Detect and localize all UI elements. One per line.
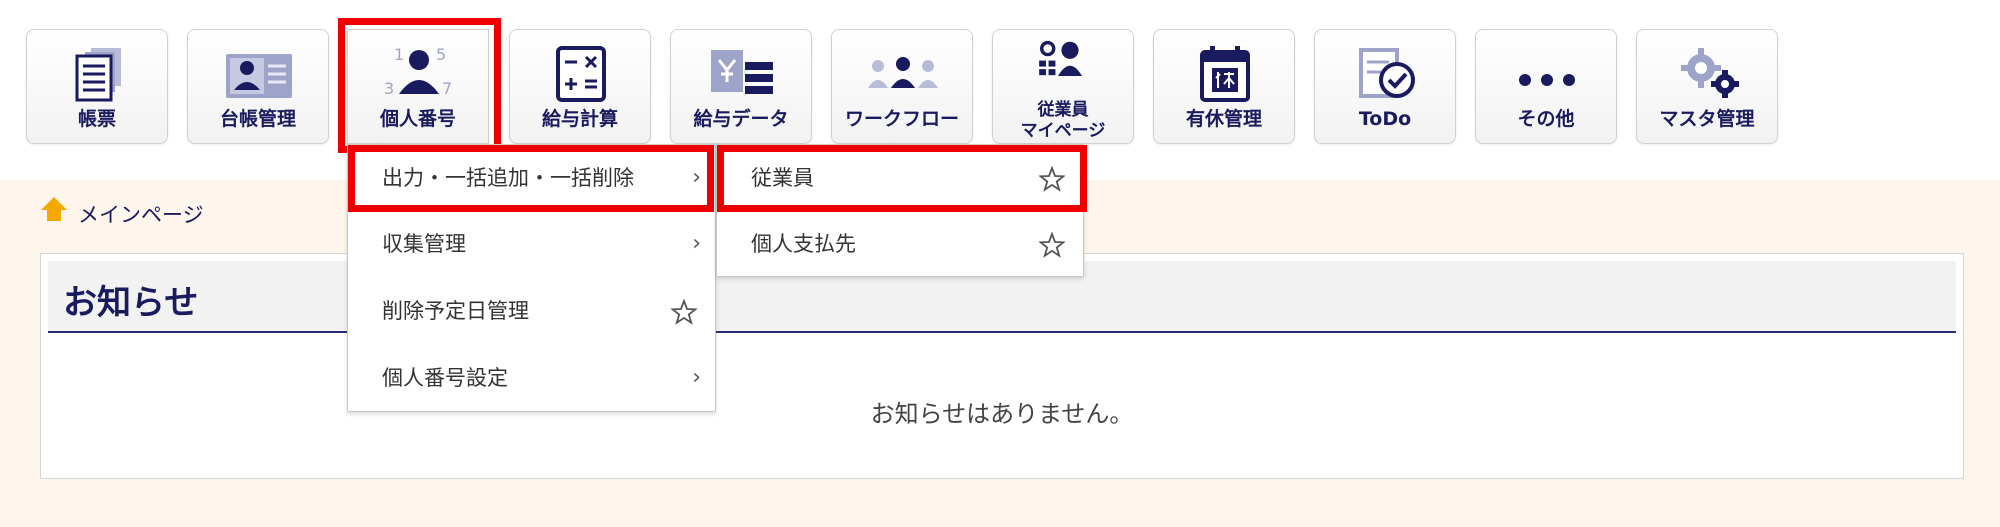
chevron-right-icon: › (692, 231, 701, 256)
tile-label: 従業員 マイページ (993, 100, 1133, 142)
todo-check-icon (1359, 48, 1415, 98)
tile-ledger[interactable]: 台帳管理 (187, 29, 329, 144)
tile-workflow[interactable]: ワークフロー (831, 29, 973, 144)
tile-label-line2: マイページ (1020, 121, 1106, 141)
tile-master[interactable]: マスタ管理 (1636, 29, 1778, 144)
star-favorite-icon[interactable] (1039, 166, 1065, 192)
tile-label: 給与計算 (541, 108, 618, 130)
submenu-item-individual-payee[interactable]: 個人支払先 (717, 211, 1083, 277)
gear-icon (1681, 48, 1739, 98)
calendar-icon (1200, 46, 1250, 102)
star-favorite-icon[interactable] (1039, 232, 1065, 258)
notice-empty-message: お知らせはありません。 (870, 400, 1134, 428)
star-favorite-icon[interactable] (671, 299, 697, 325)
tile-payroll-data[interactable]: 給与データ (670, 29, 812, 144)
menu-item-collection[interactable]: 収集管理 › (348, 211, 715, 277)
tile-label: 給与データ (693, 108, 789, 130)
tile-label: その他 (1517, 108, 1575, 130)
notice-title: お知らせ (63, 283, 199, 323)
submenu-item-employee[interactable]: 従業員 (717, 145, 1083, 211)
tile-reports[interactable]: 帳票 (26, 29, 168, 144)
menu-item-output-bulk[interactable]: 出力・一括追加・一括削除 › (348, 145, 715, 211)
ledger-icon (226, 54, 292, 98)
tile-personal-number[interactable]: 1 5 3 7 個人番号 (347, 29, 489, 144)
calculator-icon (556, 46, 606, 102)
tile-other[interactable]: その他 (1475, 29, 1617, 144)
output-bulk-submenu: 従業員 個人支払先 (716, 144, 1084, 277)
tile-label: 個人番号 (379, 108, 456, 130)
home-icon (41, 197, 67, 221)
digit-label: 5 (436, 46, 446, 64)
submenu-item-label: 個人支払先 (751, 232, 856, 256)
digit-label: 3 (384, 79, 394, 98)
menu-item-deletion-schedule[interactable]: 削除予定日管理 (348, 278, 715, 344)
tile-label-line1: 従業員 (1037, 100, 1089, 120)
tile-employee-mypage[interactable]: 従業員 マイページ (992, 29, 1134, 144)
personal-number-icon: 1 5 3 7 (384, 46, 452, 98)
submenu-item-label: 従業員 (751, 166, 814, 190)
menu-item-personal-number-settings[interactable]: 個人番号設定 › (348, 345, 715, 411)
menu-item-label: 個人番号設定 (382, 366, 508, 390)
tile-label: 有休管理 (1185, 108, 1262, 130)
tile-label: 台帳管理 (219, 108, 296, 130)
payroll-data-icon (711, 50, 773, 94)
chevron-right-icon: › (692, 165, 701, 190)
tile-label: 帳票 (77, 108, 116, 130)
breadcrumb-main-page-link[interactable]: メインページ (78, 199, 204, 229)
tile-label: ToDo (1358, 108, 1412, 130)
digit-label: 1 (394, 46, 404, 64)
menu-item-label: 収集管理 (382, 232, 466, 256)
workflow-icon (868, 57, 938, 88)
personal-number-dropdown: 出力・一括追加・一括削除 › 収集管理 › 削除予定日管理 個人番号設定 › (347, 144, 716, 412)
more-dots-icon (1519, 74, 1575, 86)
tile-payroll-calc[interactable]: 給与計算 (509, 29, 651, 144)
tile-label: ワークフロー (844, 108, 959, 130)
employee-mypage-icon (1039, 40, 1082, 76)
report-icon (75, 48, 121, 102)
tile-label: マスタ管理 (1659, 108, 1755, 130)
notice-panel: お知らせ お知らせはありません。 (40, 253, 1964, 479)
menu-item-label: 削除予定日管理 (382, 299, 529, 323)
chevron-right-icon: › (692, 365, 701, 390)
tile-paid-leave[interactable]: 有休管理 (1153, 29, 1295, 144)
tile-todo[interactable]: ToDo (1314, 29, 1456, 144)
digit-label: 7 (442, 79, 452, 98)
menu-item-label: 出力・一括追加・一括削除 (382, 166, 634, 190)
